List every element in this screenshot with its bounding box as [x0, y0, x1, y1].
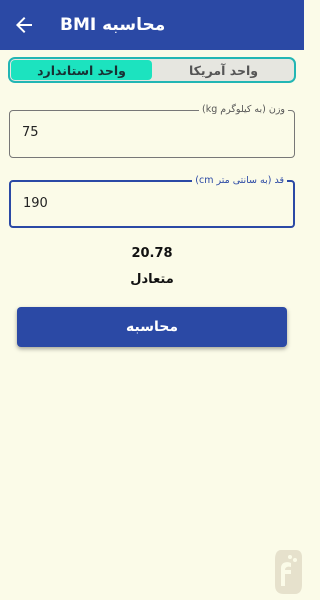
calculate-button-label: محاسبه [126, 319, 178, 335]
app-store-logo-icon [273, 548, 303, 596]
bmi-status-label: متعادل [130, 272, 174, 287]
height-label: قد (به سانتی متر cm) [192, 174, 287, 188]
tab-us-unit[interactable]: واحد آمریکا [153, 59, 294, 81]
height-field[interactable]: قد (به سانتی متر cm) 190 [9, 174, 295, 228]
weight-value[interactable]: 75 [22, 125, 39, 140]
page-title: محاسبه BMI [60, 15, 166, 35]
calculate-button[interactable]: محاسبه [17, 307, 287, 347]
back-arrow-icon[interactable] [12, 13, 36, 37]
bmi-result-value: 20.78 [131, 246, 173, 261]
height-value[interactable]: 190 [23, 196, 48, 211]
tab-standard-unit[interactable]: واحد استاندارد [11, 60, 152, 80]
app-bar: محاسبه BMI [0, 0, 304, 50]
weight-label: وزن (به کیلوگرم kg) [198, 103, 288, 117]
unit-toggle: واحد استاندارد واحد آمریکا [8, 57, 296, 83]
weight-field[interactable]: وزن (به کیلوگرم kg) 75 [9, 103, 295, 158]
